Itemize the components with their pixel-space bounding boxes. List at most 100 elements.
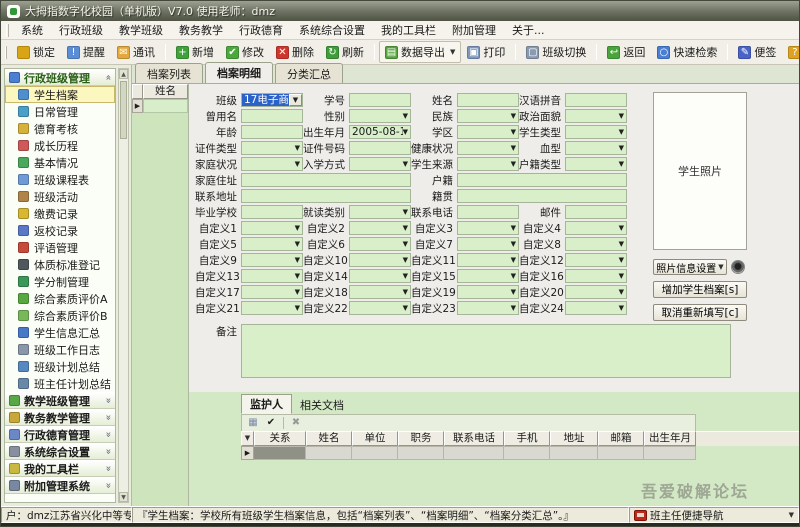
sidebar-item[interactable]: 班级课程表 — [5, 171, 115, 188]
age-field[interactable] — [241, 125, 303, 139]
custom-7-field[interactable]: ▼ — [457, 237, 519, 251]
photo-settings-button[interactable]: 照片信息设置 ▼ — [653, 259, 727, 275]
name-list-cell[interactable] — [143, 99, 188, 113]
combo-arrow-icon[interactable]: ▼ — [619, 128, 626, 136]
add-student-button[interactable]: 增加学生档案[s] — [653, 281, 747, 298]
chevron-down-icon[interactable]: » — [102, 465, 113, 471]
combo-arrow-icon[interactable]: ▼ — [619, 272, 626, 280]
reminder-button[interactable]: ! 提醒 — [61, 41, 111, 63]
email-field[interactable] — [565, 205, 627, 219]
birth-date-field[interactable]: 2005-08-10▼ — [349, 125, 411, 139]
menu-item[interactable]: 系统综合设置 — [291, 20, 373, 40]
sidebar-item[interactable]: 体质标准登记 — [5, 256, 115, 273]
lock-button[interactable]: 锁定 — [11, 41, 61, 63]
custom-2-field[interactable]: ▼ — [349, 221, 411, 235]
sidebar-item[interactable]: 班主任计划总结 — [5, 375, 115, 392]
help-button[interactable]: ?帮助 — [782, 41, 799, 63]
custom-20-field[interactable]: ▼ — [565, 285, 627, 299]
class-field[interactable]: 17电子商务▼ — [241, 93, 303, 107]
combo-arrow-icon[interactable]: ▼ — [403, 128, 410, 136]
combo-arrow-icon[interactable]: ▼ — [295, 304, 302, 312]
guardian-cell[interactable] — [598, 446, 644, 460]
sidebar-item[interactable]: 成长历程 — [5, 137, 115, 154]
home-address-field[interactable] — [241, 173, 411, 187]
combo-arrow-icon[interactable]: ▼ — [511, 160, 518, 168]
combo-arrow-icon[interactable]: ▼ — [511, 304, 518, 312]
custom-19-field[interactable]: ▼ — [457, 285, 519, 299]
combo-arrow-icon[interactable]: ▼ — [403, 160, 410, 168]
sidebar-group-header[interactable]: 系统综合设置» — [5, 443, 115, 460]
menu-item[interactable]: 我的工具栏 — [373, 20, 444, 40]
school-district-field[interactable]: ▼ — [457, 125, 519, 139]
custom-13-field[interactable]: ▼ — [241, 269, 303, 283]
guardian-cell[interactable] — [306, 446, 352, 460]
sidebar-item[interactable]: 返校记录 — [5, 222, 115, 239]
guardian-cell[interactable] — [504, 446, 550, 460]
memo-button[interactable]: ✎ 便签 — [732, 41, 782, 63]
scroll-thumb[interactable] — [120, 81, 127, 139]
former-name-field[interactable] — [241, 109, 303, 123]
menu-item[interactable]: 关于... — [504, 20, 553, 40]
combo-arrow-icon[interactable]: ▼ — [619, 256, 626, 264]
dropdown-arrow-icon[interactable]: ▼ — [450, 48, 455, 56]
tab-category-summary[interactable]: 分类汇总 — [275, 63, 343, 83]
combo-arrow-icon[interactable]: ▼ — [289, 94, 302, 106]
sidebar-item[interactable]: 德育考核 — [5, 120, 115, 137]
sidebar-item[interactable]: 学生档案 — [5, 86, 115, 103]
refresh-button[interactable]: ↻ 刷新 — [320, 41, 370, 63]
combo-arrow-icon[interactable]: ▼ — [295, 224, 302, 232]
guardian-col-header[interactable]: 地址 — [550, 431, 598, 446]
guardian-cell[interactable] — [398, 446, 444, 460]
combo-arrow-icon[interactable]: ▼ — [403, 224, 410, 232]
guardian-col-header[interactable]: 职务 — [398, 431, 444, 446]
custom-17-field[interactable]: ▼ — [241, 285, 303, 299]
combo-arrow-icon[interactable]: ▼ — [511, 224, 518, 232]
combo-arrow-icon[interactable]: ▼ — [403, 240, 410, 248]
combo-arrow-icon[interactable]: ▼ — [511, 112, 518, 120]
sidebar-group-header[interactable]: 附加管理系统» — [5, 477, 115, 494]
combo-arrow-icon[interactable]: ▼ — [295, 272, 302, 280]
chevron-down-icon[interactable]: » — [102, 414, 113, 420]
combo-arrow-icon[interactable]: ▼ — [403, 208, 410, 216]
custom-22-field[interactable]: ▼ — [349, 301, 411, 315]
guardian-col-header[interactable]: 关系 — [254, 431, 306, 446]
study-category-field[interactable]: ▼ — [349, 205, 411, 219]
custom-23-field[interactable]: ▼ — [457, 301, 519, 315]
custom-4-field[interactable]: ▼ — [565, 221, 627, 235]
contact-address-field[interactable] — [241, 189, 411, 203]
combo-arrow-icon[interactable]: ▼ — [295, 160, 302, 168]
custom-5-field[interactable]: ▼ — [241, 237, 303, 251]
custom-21-field[interactable]: ▼ — [241, 301, 303, 315]
combo-arrow-icon[interactable]: ▼ — [511, 128, 518, 136]
combo-arrow-icon[interactable]: ▼ — [619, 304, 626, 312]
student-no-field[interactable] — [349, 93, 411, 107]
webcam-icon[interactable] — [731, 260, 745, 274]
combo-arrow-icon[interactable]: ▼ — [295, 288, 302, 296]
tab-archive-list[interactable]: 档案列表 — [135, 63, 203, 83]
combo-arrow-icon[interactable]: ▼ — [619, 160, 626, 168]
guardian-cell[interactable] — [254, 446, 306, 460]
sidebar-group-header[interactable]: 教学班级管理» — [5, 392, 115, 409]
ethnicity-field[interactable]: ▼ — [457, 109, 519, 123]
tab-archive-detail[interactable]: 档案明细 — [205, 62, 273, 83]
combo-arrow-icon[interactable]: ▼ — [295, 256, 302, 264]
quick-nav-button[interactable]: 班主任便捷导航 ▼ — [629, 507, 799, 523]
guardian-col-header[interactable]: 手机 — [504, 431, 550, 446]
print-button[interactable]: ▣ 打印 — [461, 41, 511, 63]
chevron-down-icon[interactable]: » — [102, 397, 113, 403]
family-status-field[interactable]: ▼ — [241, 157, 303, 171]
scroll-up-icon[interactable]: ▲ — [119, 69, 128, 79]
combo-arrow-icon[interactable]: ▼ — [403, 272, 410, 280]
custom-16-field[interactable]: ▼ — [565, 269, 627, 283]
quick-search-button[interactable]: ○ 快速检索 — [651, 41, 723, 63]
guardian-cell[interactable] — [644, 446, 696, 460]
guardian-grid-button[interactable]: ▦ — [245, 416, 261, 430]
id-number-field[interactable] — [349, 141, 411, 155]
class-switch-button[interactable]: ▢ 班级切换 — [520, 41, 592, 63]
menu-item[interactable]: 教务教学 — [171, 20, 231, 40]
combo-arrow-icon[interactable]: ▼ — [403, 288, 410, 296]
tab-related-docs[interactable]: 相关文档 — [292, 396, 352, 414]
combo-arrow-icon[interactable]: ▼ — [619, 144, 626, 152]
sidebar-group-header[interactable]: 行政班级管理 « — [5, 69, 115, 86]
combo-arrow-icon[interactable]: ▼ — [619, 112, 626, 120]
